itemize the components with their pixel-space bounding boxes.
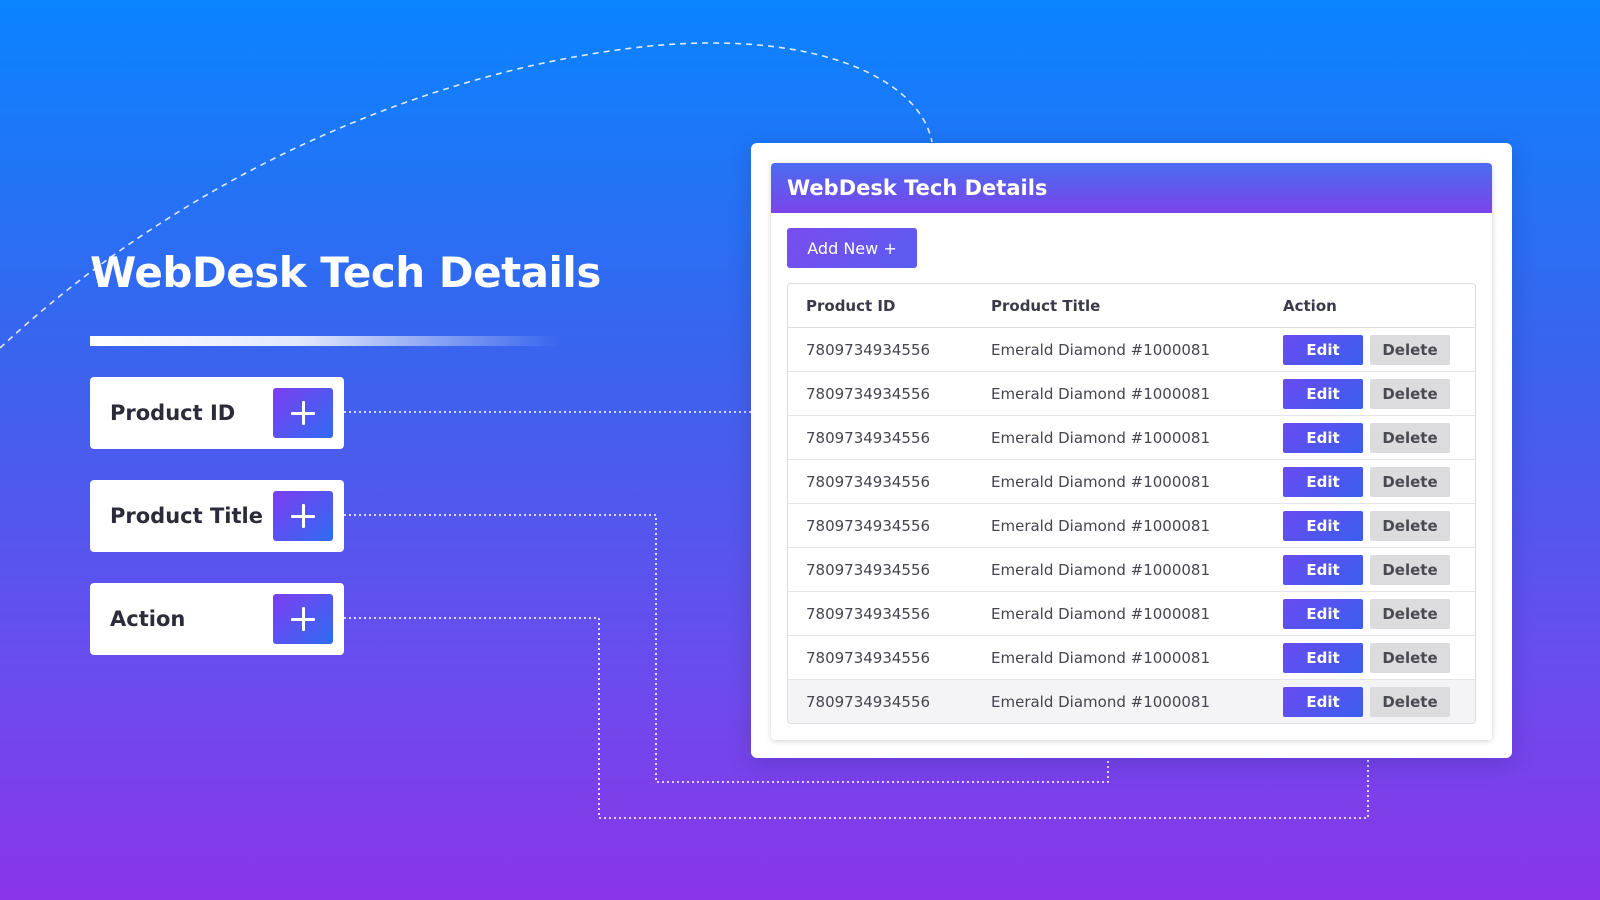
- product-id-cell: 7809734934556: [788, 415, 973, 460]
- field-card-product-title: Product Title: [90, 480, 344, 552]
- product-id-cell: 7809734934556: [788, 459, 973, 504]
- delete-button[interactable]: Delete: [1370, 466, 1450, 497]
- table-row: 7809734934556 Emerald Diamond #1000081 E…: [788, 415, 1475, 460]
- field-card-product-id: Product ID: [90, 377, 344, 449]
- action-cell: Edit Delete: [1265, 371, 1475, 416]
- action-cell: Edit Delete: [1265, 679, 1475, 723]
- hero-title: WebDesk Tech Details: [90, 248, 601, 297]
- edit-button[interactable]: Edit: [1283, 466, 1363, 497]
- plus-icon: [291, 607, 315, 631]
- table-row: 7809734934556 Emerald Diamond #1000081 E…: [788, 371, 1475, 416]
- product-title-cell: Emerald Diamond #1000081: [973, 547, 1265, 592]
- details-panel: WebDesk Tech Details Add New + Product I…: [751, 143, 1512, 758]
- action-cell: Edit Delete: [1265, 459, 1475, 504]
- product-title-cell: Emerald Diamond #1000081: [973, 503, 1265, 548]
- column-header-action: Action: [1265, 284, 1475, 328]
- action-cell: Edit Delete: [1265, 503, 1475, 548]
- field-label: Product Title: [110, 504, 263, 528]
- edit-button[interactable]: Edit: [1283, 334, 1363, 365]
- field-label: Action: [110, 607, 186, 631]
- product-id-cell: 7809734934556: [788, 503, 973, 548]
- table-row: 7809734934556 Emerald Diamond #1000081 E…: [788, 459, 1475, 504]
- action-cell: Edit Delete: [1265, 547, 1475, 592]
- delete-button[interactable]: Delete: [1370, 510, 1450, 541]
- product-id-cell: 7809734934556: [788, 679, 973, 723]
- table-row: 7809734934556 Emerald Diamond #1000081 E…: [788, 547, 1475, 592]
- product-title-cell: Emerald Diamond #1000081: [973, 371, 1265, 416]
- delete-button[interactable]: Delete: [1370, 686, 1450, 717]
- action-cell: Edit Delete: [1265, 635, 1475, 680]
- delete-button[interactable]: Delete: [1370, 378, 1450, 409]
- delete-button[interactable]: Delete: [1370, 554, 1450, 585]
- action-cell: Edit Delete: [1265, 327, 1475, 372]
- add-action-button[interactable]: [273, 594, 333, 644]
- field-label: Product ID: [110, 401, 236, 425]
- table-row: 7809734934556 Emerald Diamond #1000081 E…: [788, 591, 1475, 636]
- delete-button[interactable]: Delete: [1370, 642, 1450, 673]
- table-row: 7809734934556 Emerald Diamond #1000081 E…: [788, 503, 1475, 548]
- table-row: 7809734934556 Emerald Diamond #1000081 E…: [788, 327, 1475, 372]
- delete-button[interactable]: Delete: [1370, 422, 1450, 453]
- table-row: 7809734934556 Emerald Diamond #1000081 E…: [788, 679, 1475, 723]
- edit-button[interactable]: Edit: [1283, 422, 1363, 453]
- field-card-action: Action: [90, 583, 344, 655]
- product-id-cell: 7809734934556: [788, 591, 973, 636]
- product-title-cell: Emerald Diamond #1000081: [973, 679, 1265, 723]
- add-new-button[interactable]: Add New +: [787, 228, 917, 268]
- table-row: 7809734934556 Emerald Diamond #1000081 E…: [788, 635, 1475, 680]
- plus-icon: [291, 401, 315, 425]
- product-title-cell: Emerald Diamond #1000081: [973, 415, 1265, 460]
- product-id-cell: 7809734934556: [788, 635, 973, 680]
- products-table: Product ID Product Title Action 78097349…: [787, 283, 1476, 724]
- delete-button[interactable]: Delete: [1370, 334, 1450, 365]
- product-id-cell: 7809734934556: [788, 371, 973, 416]
- edit-button[interactable]: Edit: [1283, 378, 1363, 409]
- action-cell: Edit Delete: [1265, 591, 1475, 636]
- add-product-id-button[interactable]: [273, 388, 333, 438]
- plus-icon: [291, 504, 315, 528]
- add-product-title-button[interactable]: [273, 491, 333, 541]
- edit-button[interactable]: Edit: [1283, 686, 1363, 717]
- product-id-cell: 7809734934556: [788, 327, 973, 372]
- action-cell: Edit Delete: [1265, 415, 1475, 460]
- product-id-cell: 7809734934556: [788, 547, 973, 592]
- delete-button[interactable]: Delete: [1370, 598, 1450, 629]
- table-header-row: Product ID Product Title Action: [788, 284, 1475, 328]
- panel-title: WebDesk Tech Details: [787, 176, 1048, 200]
- product-title-cell: Emerald Diamond #1000081: [973, 327, 1265, 372]
- edit-button[interactable]: Edit: [1283, 642, 1363, 673]
- hero-underline: [90, 336, 560, 346]
- edit-button[interactable]: Edit: [1283, 510, 1363, 541]
- details-card: WebDesk Tech Details Add New + Product I…: [771, 163, 1492, 740]
- edit-button[interactable]: Edit: [1283, 554, 1363, 585]
- column-header-product-id: Product ID: [788, 284, 973, 328]
- column-header-product-title: Product Title: [973, 284, 1265, 328]
- product-title-cell: Emerald Diamond #1000081: [973, 591, 1265, 636]
- product-title-cell: Emerald Diamond #1000081: [973, 459, 1265, 504]
- edit-button[interactable]: Edit: [1283, 598, 1363, 629]
- product-title-cell: Emerald Diamond #1000081: [973, 635, 1265, 680]
- panel-header: WebDesk Tech Details: [771, 163, 1492, 213]
